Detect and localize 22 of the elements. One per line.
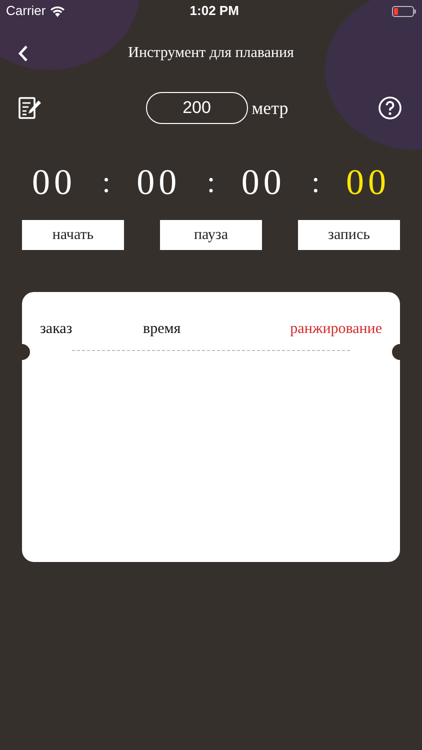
wifi-icon (50, 6, 65, 16)
screen-title: Инструмент для плавания (128, 44, 294, 63)
timer-digits: 00 (136, 164, 181, 200)
column-header: время (143, 320, 182, 339)
column-header: ранжирование (290, 320, 382, 339)
timer-digits: 00 (241, 164, 286, 200)
timer-digits: 00 (32, 164, 76, 200)
action-button[interactable]: начать (22, 220, 124, 250)
edit-icon[interactable] (18, 96, 42, 120)
distance-field[interactable]: 200 (146, 92, 248, 124)
timer-separator: : (311, 164, 320, 200)
action-button[interactable]: запись (298, 220, 400, 250)
timer-separator: : (206, 164, 216, 200)
help-icon[interactable] (378, 96, 402, 120)
timer-digits: 00 (346, 164, 390, 200)
unit-label: метр (252, 96, 288, 120)
carrier-label: Carrier (6, 2, 46, 20)
status-time: 1:02 PM (190, 2, 239, 20)
timer-separator: : (102, 164, 110, 200)
action-button[interactable]: пауза (160, 220, 262, 250)
column-header: заказ (40, 320, 74, 339)
back-icon[interactable] (18, 44, 28, 62)
